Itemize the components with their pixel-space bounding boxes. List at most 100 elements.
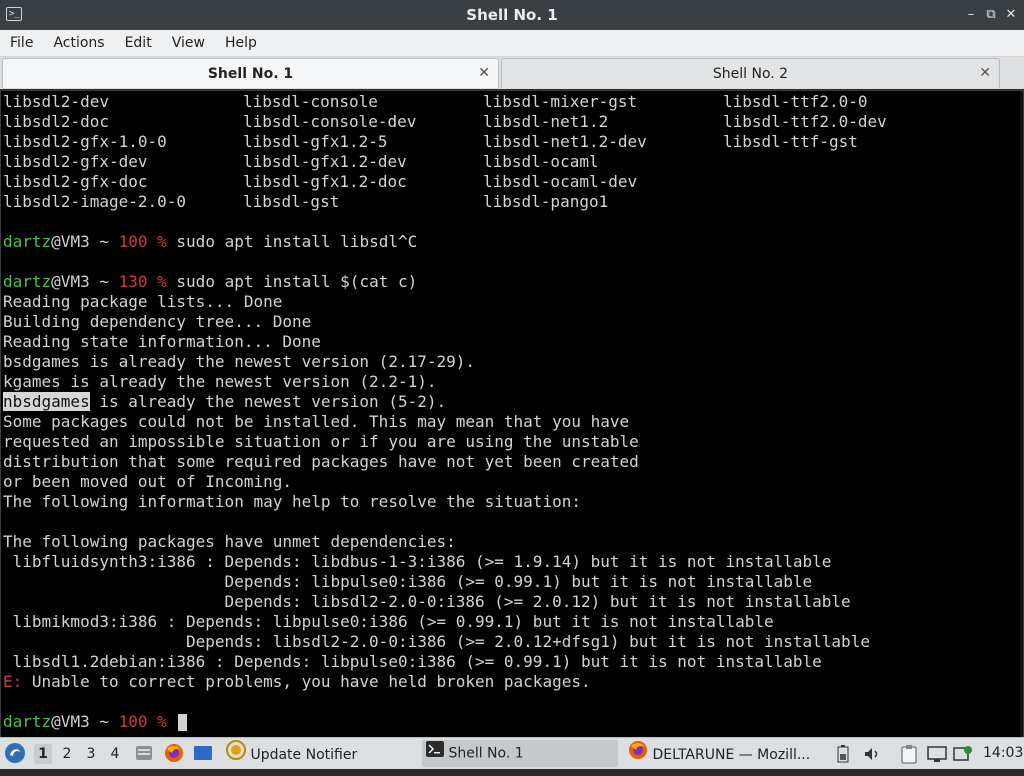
tab-close-icon[interactable]: ✕ (979, 65, 991, 81)
clock[interactable]: 14:03 (983, 738, 1023, 769)
error-line: E: Unable to correct problems, you have … (3, 672, 591, 692)
output-line: libsdl1.2debian:i386 : Depends: libpulse… (3, 652, 822, 671)
desktop-icon[interactable] (193, 743, 213, 765)
close-button[interactable]: ✕ (1002, 6, 1020, 24)
text-cursor (178, 714, 188, 731)
workspace-3[interactable]: 3 (82, 744, 100, 764)
workspace-1[interactable]: 1 (34, 744, 52, 764)
menu-file[interactable]: File (0, 30, 43, 56)
output-line: distribution that some required packages… (3, 452, 639, 471)
task-label: DELTARUNE — Mozill... (652, 747, 811, 763)
output-line: Building dependency tree... Done (3, 312, 312, 331)
tab-bar: Shell No. 1 ✕ Shell No. 2 ✕ (0, 57, 1024, 89)
package-grid-row: libsdl2-gfx-dev libsdl-gfx1.2-dev libsdl… (3, 152, 1003, 172)
package-name: libsdl-gfx1.2-dev (243, 152, 407, 171)
tab-close-icon[interactable]: ✕ (478, 65, 490, 81)
prompt-host: @VM3 ~ (51, 232, 119, 251)
firefox-launcher-icon[interactable] (164, 743, 184, 765)
output-line: Reading package lists... Done (3, 292, 283, 311)
package-name: libsdl-pango1 (483, 192, 609, 211)
menu-view[interactable]: View (162, 30, 215, 56)
terminal-scrollbar[interactable] (1020, 91, 1023, 737)
file-manager-icon[interactable] (134, 743, 154, 765)
package-grid-row: libsdl2-image-2.0-0 libsdl-gst libsdl-pa… (3, 192, 1003, 212)
package-name: libsdl-net1.2-dev (483, 132, 647, 151)
package-name: libsdl2-doc (3, 112, 109, 131)
tab-label: Shell No. 1 (207, 66, 294, 82)
selected-text[interactable]: nbsdgames (3, 392, 90, 411)
prompt-user: dartz (3, 272, 52, 291)
prompt-host: @VM3 ~ (51, 272, 119, 291)
output-line: kgames is already the newest version (2.… (3, 372, 437, 391)
output-line: Some packages could not be installed. Th… (3, 412, 630, 431)
package-name: libsdl2-image-2.0-0 (3, 192, 187, 211)
output-line: Depends: libsdl2-2.0-0:i386 (>= 2.0.12+d… (3, 632, 870, 651)
update-notifier-icon (226, 740, 246, 770)
tab-shell-2[interactable]: Shell No. 2 ✕ (501, 58, 1000, 88)
battery-icon[interactable] (836, 744, 850, 764)
minimize-button[interactable]: – (962, 6, 980, 24)
tab-shell-1[interactable]: Shell No. 1 ✕ (2, 58, 499, 88)
package-name: libsdl-console-dev (243, 112, 417, 131)
menu-help[interactable]: Help (215, 30, 267, 56)
menu-bar: File Actions Edit View Help (0, 30, 1024, 57)
package-name: libsdl-ocaml-dev (483, 172, 638, 191)
package-name: libsdl2-dev (3, 92, 109, 111)
task-label: Shell No. 1 (448, 745, 524, 762)
package-name: libsdl-ocaml (483, 152, 599, 171)
prompt-command: sudo apt install $(cat c) (166, 272, 418, 291)
window-titlebar[interactable]: >_ Shell No. 1 – ⧉ ✕ (0, 0, 1024, 30)
workspace-2[interactable]: 2 (58, 744, 76, 764)
output-line: libfluidsynth3:i386 : Depends: libdbus-1… (3, 552, 832, 571)
prompt-user: dartz (3, 232, 52, 251)
output-line: Reading state information... Done (3, 332, 321, 351)
menu-edit[interactable]: Edit (115, 30, 162, 56)
output-text: is already the newest version (5-2). (89, 392, 447, 411)
firefox-icon (628, 740, 648, 770)
shell-prompt: dartz@VM3 ~ 100 % sudo apt install libsd… (3, 232, 417, 252)
output-line: Depends: libpulse0:i386 (>= 0.99.1) but … (3, 572, 813, 591)
task-label: Update Notifier (250, 747, 358, 763)
prompt-exit-code: 100 % (118, 712, 167, 731)
output-line: The following information may help to re… (3, 492, 581, 511)
output-line: bsdgames is already the newest version (… (3, 352, 476, 371)
terminal-icon (426, 740, 444, 767)
prompt-command (167, 712, 177, 731)
terminal-view[interactable]: libsdl2-dev libsdl-console libsdl-mixer-… (0, 90, 1024, 738)
shell-prompt: dartz@VM3 ~ 100 % (3, 712, 188, 732)
task-update-notifier[interactable]: Update Notifier (222, 740, 412, 767)
device-icon[interactable] (952, 744, 974, 764)
package-grid-row: libsdl2-gfx-1.0-0 libsdl-gfx1.2-5 libsdl… (3, 132, 1003, 152)
package-name: libsdl-ttf2.0-dev (723, 112, 887, 131)
taskbar: 1 2 3 4 Update Notifier Shell No. 1 DELT… (0, 737, 1024, 769)
window-title: Shell No. 1 (466, 6, 558, 24)
output-line: libmikmod3:i386 : Depends: libpulse0:i38… (3, 612, 774, 631)
workspace-4[interactable]: 4 (106, 744, 124, 764)
output-line: requested an impossible situation or if … (3, 432, 639, 451)
package-name: libsdl-mixer-gst (483, 92, 638, 111)
start-menu-icon[interactable] (4, 742, 28, 766)
package-grid-row: libsdl2-doc libsdl-console-dev libsdl-ne… (3, 112, 1003, 132)
network-icon[interactable] (926, 744, 948, 764)
volume-icon[interactable] (862, 744, 882, 764)
package-name: libsdl2-gfx-1.0-0 (3, 132, 167, 151)
package-name: libsdl-ttf-gst (723, 132, 858, 151)
clipboard-icon[interactable] (900, 744, 918, 764)
package-name: libsdl-gfx1.2-5 (243, 132, 388, 151)
package-name: libsdl2-gfx-doc (3, 172, 148, 191)
menu-actions[interactable]: Actions (43, 30, 114, 56)
output-line: nbsdgames is already the newest version … (3, 392, 446, 412)
output-line: Depends: libsdl2-2.0-0:i386 (>= 2.0.12) … (3, 592, 851, 611)
package-grid-row: libsdl2-dev libsdl-console libsdl-mixer-… (3, 92, 1003, 112)
package-name: libsdl-gst (243, 192, 340, 211)
package-name: libsdl-console (243, 92, 378, 111)
error-message: Unable to correct problems, you have hel… (22, 672, 591, 691)
prompt-user: dartz (3, 712, 52, 731)
restore-button[interactable]: ⧉ (982, 6, 1000, 24)
package-name: libsdl-ttf2.0-0 (723, 92, 868, 111)
prompt-command: sudo apt install libsdl^C (166, 232, 418, 251)
task-firefox[interactable]: DELTARUNE — Mozill... (624, 740, 820, 767)
task-shell-1[interactable]: Shell No. 1 (422, 740, 618, 767)
package-grid-row: libsdl2-gfx-doc libsdl-gfx1.2-doc libsdl… (3, 172, 1003, 192)
output-line: or been moved out of Incoming. (3, 472, 292, 491)
